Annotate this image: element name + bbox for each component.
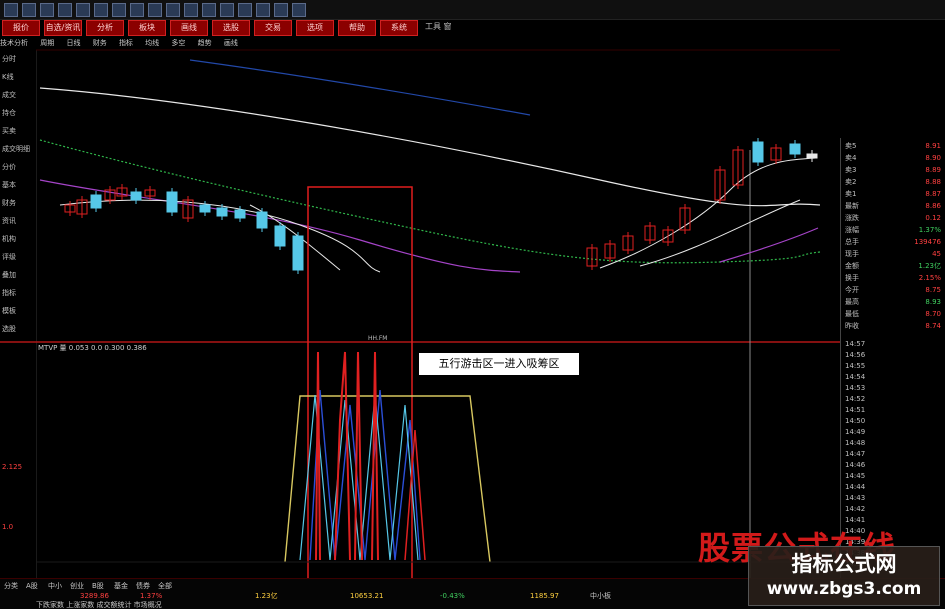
quote-value: 8.86: [925, 202, 941, 210]
quote-label: 今开: [845, 286, 859, 294]
quote-label: 卖4: [845, 154, 857, 162]
status-value: -0.43%: [440, 592, 465, 600]
quote-value: 8.93: [925, 298, 941, 306]
ma-line-green: [39, 139, 821, 264]
quote-label: 最新: [845, 202, 859, 210]
status-tab[interactable]: 中小: [48, 581, 68, 591]
status-value: 中小板: [590, 592, 611, 600]
ma-line-white-rise2: [639, 199, 801, 267]
quote-label: 昨收: [845, 322, 859, 330]
quote-value: 1.23亿: [918, 262, 941, 270]
quote-value: 8.87: [925, 190, 941, 198]
status-tab[interactable]: 基金: [114, 581, 134, 591]
quote-panel: 卖5 8.91 卖4 8.90 卖3 8.89 卖2 8.88 卖1 8.87 最新 8.86 涨跌 0.…: [840, 138, 945, 588]
quote-value: 8.70: [925, 310, 941, 318]
ma-line-blue: [189, 59, 531, 116]
status-tab[interactable]: A股: [26, 581, 46, 591]
quote-value: 45: [932, 250, 941, 258]
indicator-red-spike: [334, 351, 351, 561]
quote-label: 卖5: [845, 142, 857, 150]
quote-value: 1.37%: [918, 226, 941, 234]
quote-value: 139476: [914, 238, 941, 246]
ma-line-white-long: [39, 87, 821, 207]
status-tab[interactable]: 债券: [136, 581, 156, 591]
quote-label: 总手: [845, 238, 859, 246]
quote-label: 涨跌: [845, 214, 859, 222]
quote-label: 卖1: [845, 190, 857, 198]
highlight-box: [307, 186, 413, 585]
quote-label: 卖3: [845, 166, 857, 174]
status-value: 1185.97: [530, 592, 559, 600]
quote-label: 最高: [845, 298, 859, 306]
watermark-line1: 指标公式网: [791, 552, 897, 576]
quote-value: 8.90: [925, 154, 941, 162]
status-tab[interactable]: B股: [92, 581, 112, 591]
quote-value: 0.12: [925, 214, 941, 222]
status-tab[interactable]: 分类: [4, 581, 24, 591]
indicator-red-spike: [315, 351, 321, 561]
quote-value: 2.15%: [918, 274, 941, 282]
quote-label: 现手: [845, 250, 859, 258]
status-bottom-text: 下跌家数 上涨家数 成交额统计 市场概况: [36, 601, 162, 609]
quote-value: 8.75: [925, 286, 941, 294]
quote-value: 8.88: [925, 178, 941, 186]
quote-label: 涨幅: [845, 226, 859, 234]
candlestick-series: [64, 138, 818, 274]
indicator-label: MTVP 量 0.053 0.0 0.300 0.386: [38, 344, 147, 352]
watermark-line2: www.zbgs3.com: [766, 579, 922, 599]
quote-value: 8.89: [925, 166, 941, 174]
trading-app-window: 报价 自选/资讯 分析 板块 画线 选股 交易 选项 帮助 系统 工具 窗 技术…: [0, 0, 945, 609]
annotation-callout: 五行游击区一进入吸筹区: [418, 352, 580, 376]
indicator-top-label: HH.FM: [368, 335, 388, 342]
status-tab[interactable]: 全部: [158, 581, 182, 591]
status-tab[interactable]: 创业: [70, 581, 90, 591]
quote-value: 8.74: [925, 322, 941, 330]
indicator-red-spike: [371, 351, 379, 561]
indicator-red-spike: [354, 351, 363, 561]
kline-chart[interactable]: [0, 0, 945, 609]
quote-label: 换手: [845, 274, 859, 282]
ma-line-purple-right: [719, 227, 819, 263]
watermark-box: 指标公式网 www.zbgs3.com: [748, 546, 940, 606]
quote-value: 8.91: [925, 142, 941, 150]
status-value: 10653.21: [350, 592, 384, 600]
quote-label: 卖2: [845, 178, 857, 186]
quote-label: 最低: [845, 310, 859, 318]
quote-label: 金额: [845, 262, 859, 270]
ma-line-white-rise: [599, 157, 816, 269]
